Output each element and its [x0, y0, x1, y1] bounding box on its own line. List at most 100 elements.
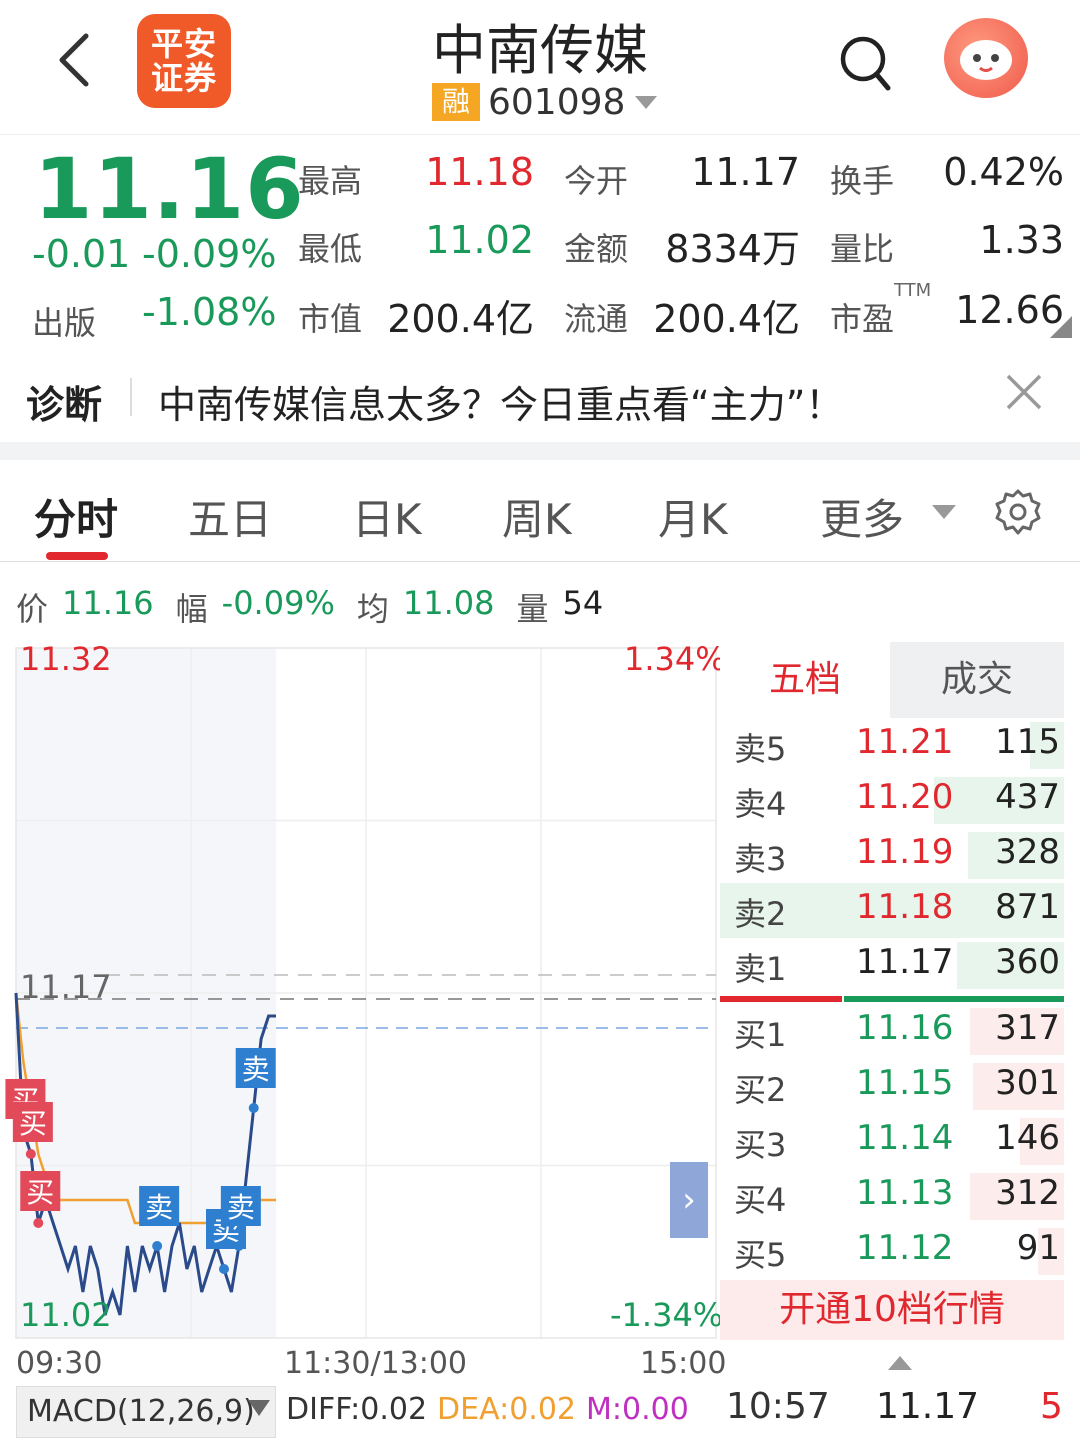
level-volume: 360	[995, 942, 1060, 982]
stat-label-high: 最高	[298, 162, 363, 200]
indicator-selector[interactable]: MACD(12,26,9)	[16, 1386, 276, 1438]
price-change: -0.01	[32, 232, 131, 276]
ask-row[interactable]: 卖4 11.20 437	[720, 773, 1064, 828]
level-volume: 301	[995, 1063, 1060, 1103]
bid-row[interactable]: 买2 11.15 301	[720, 1059, 1064, 1114]
sell-marker-label: 卖	[242, 1053, 270, 1086]
level-label: 买5	[734, 1236, 787, 1274]
order-book: 五档 成交 卖5 11.21 115 卖4 11.20 437 卖3 11.19 328 卖2 11…	[720, 642, 1064, 1342]
tab-five-levels[interactable]: 五档	[720, 642, 890, 718]
level-label: 卖5	[734, 730, 787, 768]
stat-label-open: 今开	[564, 162, 629, 200]
search-icon[interactable]	[838, 34, 892, 92]
stat-value-volume-ratio: 1.33	[979, 218, 1064, 262]
ask-row[interactable]: 卖3 11.19 328	[720, 828, 1064, 883]
chevron-right-icon[interactable]: ›	[670, 1162, 708, 1238]
macd-dea: DEA:0.02	[437, 1392, 577, 1427]
ask-row[interactable]: 卖2 11.18 871	[720, 883, 1064, 938]
x-axis-label: 09:30	[16, 1346, 103, 1381]
close-icon[interactable]	[1004, 372, 1044, 412]
level-price: 11.18	[856, 887, 954, 927]
level-volume: 91	[1016, 1228, 1060, 1268]
stat-value-high: 11.18	[425, 150, 534, 194]
gear-icon[interactable]	[994, 488, 1042, 536]
x-axis-label: 15:00	[640, 1346, 727, 1381]
macd-diff: DIFF:0.02	[286, 1392, 428, 1427]
tab-trades[interactable]: 成交	[890, 642, 1064, 718]
tab-weekly-k[interactable]: 周K	[502, 486, 572, 547]
bid-row[interactable]: 买5 11.12 91	[720, 1224, 1064, 1279]
tab-daily-k[interactable]: 日K	[352, 486, 422, 547]
level-price: 11.20	[856, 777, 954, 817]
level-label: 卖3	[734, 840, 787, 878]
tab-intraday[interactable]: 分时	[34, 486, 118, 547]
caret-up-icon[interactable]	[888, 1356, 912, 1370]
diagnosis-tag: 诊断	[26, 383, 103, 427]
tab-more[interactable]: 更多	[820, 486, 904, 547]
stat-value-turnover: 0.42%	[943, 150, 1064, 194]
sell-marker-label: 卖	[145, 1191, 173, 1224]
level-volume: 871	[995, 887, 1060, 927]
info-vol-label: 量	[516, 590, 549, 628]
section-gap	[0, 442, 1080, 460]
tick-price: 11.17	[876, 1386, 980, 1427]
y-axis-ref-label: 11.17	[20, 968, 112, 1006]
macd-values: DIFF:0.02 DEA:0.02 M:0.00	[286, 1392, 689, 1427]
info-price-value: 11.16	[62, 584, 154, 622]
upgrade-ten-levels-button[interactable]: 开通10档行情	[720, 1280, 1064, 1340]
stat-value-open: 11.17	[691, 150, 800, 194]
level-volume: 146	[995, 1118, 1060, 1158]
bid-row[interactable]: 买1 11.16 317	[720, 1004, 1064, 1059]
level-price: 11.19	[856, 832, 954, 872]
stat-value-low: 11.02	[425, 218, 534, 262]
level-price: 11.12	[856, 1228, 954, 1268]
level-volume: 312	[995, 1173, 1060, 1213]
stat-label-float-cap: 流通	[564, 300, 629, 338]
chart-tabs: 分时 五日 日K 周K 月K 更多	[0, 460, 1080, 562]
ask-row[interactable]: 卖5 11.21 115	[720, 718, 1064, 773]
buy-marker-label: 买	[19, 1107, 47, 1140]
stat-label-amount: 金额	[564, 230, 629, 268]
stat-label-turnover: 换手	[830, 162, 895, 200]
y-axis-low-label: 11.02	[20, 1296, 112, 1334]
level-label: 买3	[734, 1126, 787, 1164]
sector-change: -1.08%	[142, 290, 277, 334]
expand-corner-icon[interactable]	[1050, 316, 1072, 338]
level-label: 卖4	[734, 785, 787, 823]
stock-code-selector[interactable]: 融 601098	[432, 82, 658, 123]
tab-five-day[interactable]: 五日	[188, 486, 272, 547]
level-volume: 328	[995, 832, 1060, 872]
buy-marker-label: 买	[26, 1176, 54, 1209]
bid-row[interactable]: 买3 11.14 146	[720, 1114, 1064, 1169]
active-tab-indicator	[46, 552, 108, 560]
sell-marker-label: 卖	[227, 1191, 255, 1224]
diagnosis-banner[interactable]: 诊断 中南传媒信息太多？今日重点看“主力”！	[0, 348, 1080, 442]
sector-label[interactable]: 出版	[32, 298, 96, 344]
current-price: 11.16	[34, 140, 305, 238]
caret-down-icon	[635, 95, 658, 109]
level-volume: 437	[995, 777, 1060, 817]
level-price: 11.17	[856, 942, 954, 982]
level-volume: 317	[995, 1008, 1060, 1048]
info-price-label: 价	[16, 590, 49, 628]
stat-value-pe: 12.66	[955, 288, 1064, 332]
info-amp-value: -0.09%	[221, 584, 335, 622]
tab-monthly-k[interactable]: 月K	[658, 486, 728, 547]
level-price: 11.16	[856, 1008, 954, 1048]
level-label: 卖2	[734, 895, 787, 933]
pct-axis-low-label: -1.34%	[610, 1296, 724, 1334]
level-price: 11.21	[856, 722, 954, 762]
buy-dot	[25, 1149, 36, 1159]
level-label: 买1	[734, 1016, 787, 1054]
assistant-avatar-icon[interactable]	[944, 18, 1028, 98]
margin-badge: 融	[432, 83, 480, 121]
bid-row[interactable]: 买4 11.13 312	[720, 1169, 1064, 1224]
x-axis-label: 11:30/13:00	[284, 1346, 468, 1381]
level-label: 买2	[734, 1071, 787, 1109]
ask-row[interactable]: 卖1 11.17 360	[720, 938, 1064, 993]
diagnosis-text: 中南传媒信息太多？今日重点看“主力”！	[158, 383, 844, 427]
caret-down-icon	[248, 1400, 270, 1416]
stat-label-market-cap: 市值	[298, 300, 363, 338]
stat-label-low: 最低	[298, 230, 363, 268]
stock-name: 中南传媒	[432, 19, 648, 82]
